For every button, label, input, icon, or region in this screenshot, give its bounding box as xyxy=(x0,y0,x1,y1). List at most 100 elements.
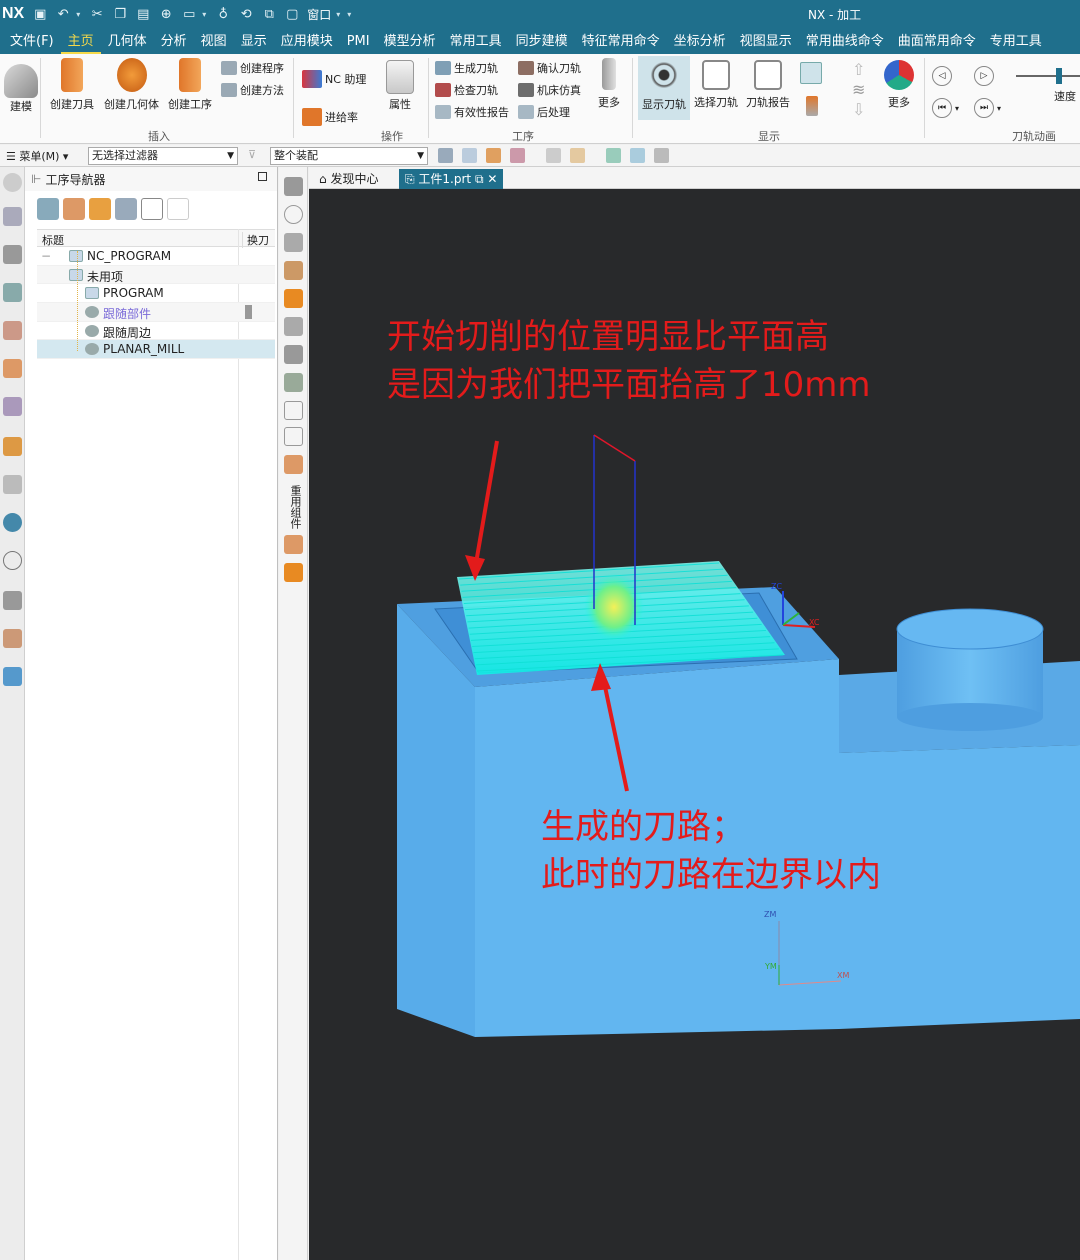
window-icon[interactable]: ▢ xyxy=(282,5,302,23)
tab-part-file[interactable]: ⎘ 工件1.prt ⧉ ✕ xyxy=(399,169,504,189)
menu-button[interactable]: ☰ 菜单(M) ▾ xyxy=(6,148,68,164)
check-part-icon[interactable] xyxy=(284,373,303,392)
snap-icon[interactable]: ⊕ xyxy=(156,5,176,23)
tool-library-icon[interactable] xyxy=(3,359,22,378)
build-button[interactable]: 建模 xyxy=(4,64,38,114)
tab-application[interactable]: 应用模块 xyxy=(274,30,340,54)
view-eye-icon[interactable] xyxy=(630,148,645,163)
show-toolpath-button[interactable]: 显示刀轨 xyxy=(638,56,690,120)
more-button[interactable]: 更多 xyxy=(598,58,620,110)
reuse-library-icon[interactable] xyxy=(3,437,22,456)
program-order-view-icon[interactable] xyxy=(37,198,59,220)
part-list-icon[interactable] xyxy=(284,345,303,364)
table-row[interactable]: 未用项 xyxy=(37,265,275,285)
reuse-component-label[interactable]: 重用组件 xyxy=(287,485,302,529)
process-studio-icon[interactable] xyxy=(3,629,22,648)
column-tool-change[interactable]: 换刀 xyxy=(242,232,269,248)
filter-funnel-icon[interactable]: ⊽ xyxy=(248,148,256,161)
layer-settings-icon[interactable] xyxy=(284,317,303,336)
roles-icon[interactable] xyxy=(3,667,22,686)
maximize-icon[interactable] xyxy=(258,172,267,181)
save-icon[interactable]: ▣ xyxy=(30,5,50,23)
move-up-button[interactable]: ⇧ xyxy=(852,60,865,79)
box-select-icon[interactable] xyxy=(486,148,501,163)
tab-file[interactable]: 文件(F) xyxy=(0,30,61,54)
machine-sim-button[interactable]: 机床仿真 xyxy=(518,82,581,98)
feature-navigator-icon[interactable] xyxy=(3,397,22,416)
operation-navigator-icon[interactable] xyxy=(3,283,22,302)
library-icon[interactable] xyxy=(284,535,303,554)
document-icon[interactable] xyxy=(284,427,303,446)
tab-sync-modeling[interactable]: 同步建模 xyxy=(509,30,575,54)
tool-display-button[interactable] xyxy=(806,96,818,116)
tab-display[interactable]: 显示 xyxy=(234,30,274,54)
move-down-button[interactable]: ⇩ xyxy=(852,100,865,119)
prev-step-button[interactable]: ◁ xyxy=(932,66,952,86)
cut-icon[interactable]: ✂ xyxy=(87,5,107,23)
measure-icon[interactable] xyxy=(284,233,303,252)
settings-gear-icon[interactable] xyxy=(3,173,22,192)
table-row[interactable]: − NC_PROGRAM xyxy=(37,247,275,266)
tab-common-tools[interactable]: 常用工具 xyxy=(443,30,509,54)
create-operation-button[interactable]: 创建工序 xyxy=(168,58,212,112)
select-toolpath-button[interactable]: 选择刀轨 xyxy=(694,60,738,110)
more-display-button[interactable]: 更多 xyxy=(884,60,914,110)
mcs-icon[interactable] xyxy=(606,148,621,163)
rotate-icon[interactable] xyxy=(284,205,303,224)
snap-point-icon[interactable] xyxy=(438,148,453,163)
tab-discovery-center[interactable]: ⌂ 发现中心 xyxy=(313,169,384,189)
generate-toolpath-button[interactable]: 生成刀轨 xyxy=(435,60,498,76)
copy-icon[interactable]: ❐ xyxy=(110,5,130,23)
feed-rate-button[interactable]: 进给率 xyxy=(302,108,358,126)
nc-assist-button[interactable]: NC 助理 xyxy=(302,70,366,88)
display-option-button[interactable] xyxy=(800,62,822,84)
validity-report-button[interactable]: 有效性报告 xyxy=(435,104,509,120)
history-clock-icon[interactable] xyxy=(3,551,22,570)
close-icon[interactable]: ✕ xyxy=(484,172,497,186)
add-object-icon[interactable] xyxy=(141,198,163,220)
collapse-icon[interactable]: − xyxy=(41,249,51,263)
wireframe-icon[interactable] xyxy=(570,148,585,163)
properties-button[interactable]: 属性 xyxy=(386,60,414,112)
create-program-button[interactable]: 创建程序 xyxy=(221,60,284,76)
layers-button[interactable]: ≋ xyxy=(852,80,865,99)
paste-icon[interactable]: ▤ xyxy=(133,5,153,23)
web-browser-icon[interactable] xyxy=(3,513,22,532)
replace-icon[interactable] xyxy=(284,401,303,420)
rewind-button[interactable]: ⏮ ▾ xyxy=(932,98,959,118)
switch-window-icon[interactable]: ⧉ xyxy=(259,5,279,23)
select-all-icon[interactable] xyxy=(462,148,477,163)
play-button[interactable]: ▷ xyxy=(974,66,994,86)
speed-slider-thumb[interactable] xyxy=(1056,68,1062,84)
forward-button[interactable]: ⏭ ▾ xyxy=(974,98,1001,118)
tab-coordinate-analysis[interactable]: 坐标分析 xyxy=(667,30,733,54)
geometry-view-icon[interactable] xyxy=(89,198,111,220)
verify-toolpath-button[interactable]: 确认刀轨 xyxy=(518,60,581,76)
assembly-select[interactable]: 整个装配 ▼ xyxy=(270,147,428,165)
tab-pmi[interactable]: PMI xyxy=(340,30,377,54)
table-row[interactable]: 跟随部件 xyxy=(37,303,275,322)
assembly-navigator-icon[interactable] xyxy=(3,207,22,226)
table-row[interactable]: 跟随周边 xyxy=(37,322,275,341)
voice-icon[interactable]: ♁ xyxy=(213,5,233,23)
repeat-icon[interactable]: ⟲ xyxy=(236,5,256,23)
tab-geometry[interactable]: 几何体 xyxy=(101,30,154,54)
tab-analysis[interactable]: 分析 xyxy=(154,30,194,54)
table-row[interactable]: PROGRAM xyxy=(37,284,275,304)
machining-method-view-icon[interactable] xyxy=(115,198,137,220)
tab-curve-commands[interactable]: 常用曲线命令 xyxy=(799,30,891,54)
undo-dropdown-icon[interactable]: ▾ xyxy=(76,10,84,19)
tab-special-tools[interactable]: 专用工具 xyxy=(983,30,1049,54)
tab-view-display[interactable]: 视图显示 xyxy=(733,30,799,54)
toolpath-report-button[interactable]: 刀轨报告 xyxy=(746,60,790,110)
speed-slider-track[interactable] xyxy=(1016,75,1080,77)
fit-view-icon[interactable] xyxy=(284,177,303,196)
tab-home[interactable]: 主页 xyxy=(60,30,101,54)
brush-icon[interactable] xyxy=(284,261,303,280)
tab-feature-commands[interactable]: 特征常用命令 xyxy=(575,30,667,54)
filter-select[interactable]: 无选择过滤器 ▼ xyxy=(88,147,238,165)
table-row[interactable]: PLANAR_MILL xyxy=(37,340,275,360)
touch-mode-icon[interactable]: ▭ xyxy=(179,5,199,23)
machine-tool-navigator-icon[interactable] xyxy=(3,321,22,340)
post-process-button[interactable]: 后处理 xyxy=(518,104,570,120)
